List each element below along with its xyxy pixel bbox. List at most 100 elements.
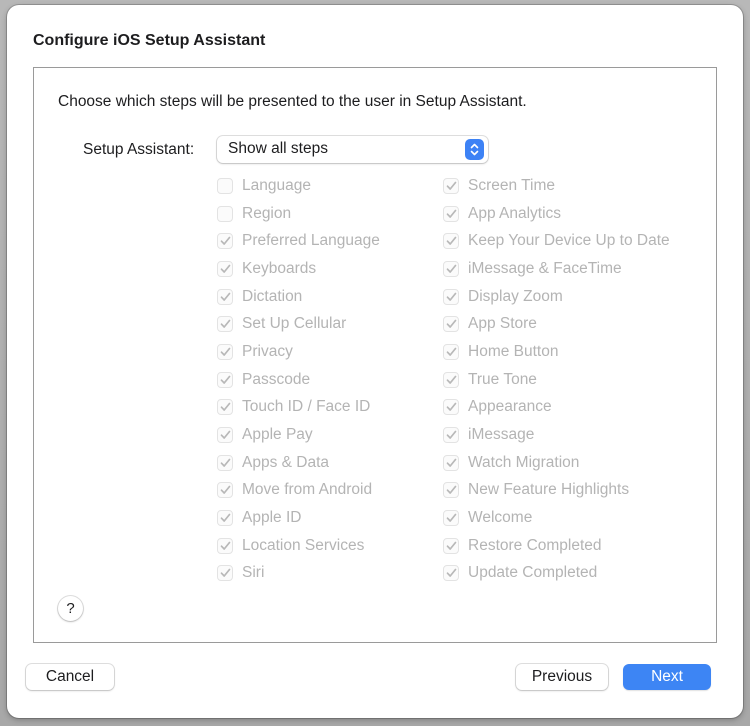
step-label: Screen Time	[468, 176, 556, 194]
checkbox-unchecked[interactable]	[217, 177, 233, 194]
checkbox-checked[interactable]	[217, 537, 233, 554]
checkbox-unchecked[interactable]	[217, 205, 233, 222]
checkbox-checked[interactable]	[443, 482, 459, 499]
checkmark-icon	[446, 569, 456, 578]
step-checkbox-row[interactable]: Apple ID	[217, 504, 443, 532]
checkbox-checked[interactable]	[443, 427, 459, 444]
step-checkbox-row[interactable]: Watch Migration	[443, 449, 703, 477]
help-button[interactable]: ?	[58, 596, 83, 621]
intro-text: Choose which steps will be presented to …	[58, 93, 527, 110]
checkbox-checked[interactable]	[443, 399, 459, 416]
step-checkbox-row[interactable]: Apple Pay	[217, 421, 443, 449]
checkbox-checked[interactable]	[443, 205, 459, 222]
checkbox-checked[interactable]	[217, 427, 233, 444]
step-checkbox-row[interactable]: Update Completed	[443, 560, 703, 588]
step-label: Touch ID / Face ID	[242, 398, 371, 416]
question-mark-icon: ?	[66, 600, 75, 617]
step-checkbox-row[interactable]: Display Zoom	[443, 283, 703, 311]
checkbox-checked[interactable]	[443, 288, 459, 305]
step-checkbox-row[interactable]: Screen Time	[443, 172, 703, 200]
checkbox-checked[interactable]	[217, 371, 233, 388]
checkmark-icon	[220, 430, 230, 439]
checkbox-checked[interactable]	[443, 565, 459, 582]
checkbox-checked[interactable]	[443, 510, 459, 527]
step-checkbox-row[interactable]: Region	[217, 200, 443, 228]
step-checkbox-row[interactable]: New Feature Highlights	[443, 477, 703, 505]
setup-assistant-popup[interactable]: Show all steps	[217, 136, 488, 163]
step-checkbox-row[interactable]: Siri	[217, 560, 443, 588]
step-checkbox-row[interactable]: Location Services	[217, 532, 443, 560]
checkbox-checked[interactable]	[217, 316, 233, 333]
step-label: Restore Completed	[468, 536, 602, 554]
checkmark-icon	[446, 264, 456, 273]
checkmark-icon	[446, 347, 456, 356]
step-checkbox-row[interactable]: Touch ID / Face ID	[217, 394, 443, 422]
step-checkbox-row[interactable]: True Tone	[443, 366, 703, 394]
checkbox-checked[interactable]	[217, 260, 233, 277]
checkmark-icon	[220, 541, 230, 550]
step-checkbox-row[interactable]: Restore Completed	[443, 532, 703, 560]
checkbox-checked[interactable]	[443, 260, 459, 277]
step-label: Privacy	[242, 342, 293, 360]
checkbox-checked[interactable]	[217, 233, 233, 250]
checkbox-checked[interactable]	[217, 399, 233, 416]
step-label: Location Services	[242, 536, 365, 554]
checkbox-checked[interactable]	[217, 565, 233, 582]
step-checkbox-row[interactable]: Passcode	[217, 366, 443, 394]
step-checkbox-row[interactable]: iMessage & FaceTime	[443, 255, 703, 283]
checkbox-checked[interactable]	[443, 371, 459, 388]
next-button[interactable]: Next	[623, 664, 711, 690]
step-checkbox-row[interactable]: Keep Your Device Up to Date	[443, 227, 703, 255]
checkmark-icon	[220, 264, 230, 273]
step-label: iMessage	[468, 426, 535, 444]
step-label: Welcome	[468, 509, 533, 527]
step-label: Move from Android	[242, 481, 373, 499]
checkbox-checked[interactable]	[443, 343, 459, 360]
checkmark-icon	[446, 541, 456, 550]
steps-column-left: Language Region Preferred Language Keyboard…	[217, 172, 443, 587]
checkbox-checked[interactable]	[217, 288, 233, 305]
checkbox-checked[interactable]	[443, 454, 459, 471]
checkmark-icon	[220, 236, 230, 246]
step-checkbox-row[interactable]: iMessage	[443, 421, 703, 449]
step-checkbox-row[interactable]: Move from Android	[217, 477, 443, 505]
checkmark-icon	[220, 319, 230, 329]
checkmark-icon	[220, 486, 230, 495]
checkmark-icon	[220, 569, 230, 578]
checkbox-checked[interactable]	[443, 233, 459, 250]
previous-button[interactable]: Previous	[516, 664, 608, 690]
step-checkbox-row[interactable]: App Store	[443, 310, 703, 338]
step-label: Preferred Language	[242, 232, 380, 250]
checkbox-checked[interactable]	[217, 454, 233, 471]
step-checkbox-row[interactable]: Welcome	[443, 504, 703, 532]
step-label: Appearance	[468, 398, 552, 416]
step-label: App Analytics	[468, 204, 562, 222]
checkmark-icon	[446, 486, 456, 495]
step-checkbox-row[interactable]: App Analytics	[443, 200, 703, 228]
cancel-button[interactable]: Cancel	[26, 664, 114, 690]
step-checkbox-row[interactable]: Appearance	[443, 394, 703, 422]
step-label: Region	[242, 204, 292, 222]
step-label: Update Completed	[468, 564, 598, 582]
step-checkbox-row[interactable]: Apps & Data	[217, 449, 443, 477]
step-label: Keep Your Device Up to Date	[468, 232, 670, 250]
checkbox-checked[interactable]	[217, 510, 233, 527]
step-checkbox-row[interactable]: Dictation	[217, 283, 443, 311]
step-checkbox-row[interactable]: Home Button	[443, 338, 703, 366]
step-label: Language	[242, 176, 311, 194]
checkbox-checked[interactable]	[217, 343, 233, 360]
checkbox-checked[interactable]	[443, 177, 459, 194]
step-checkbox-row[interactable]: Set Up Cellular	[217, 310, 443, 338]
step-checkbox-row[interactable]: Preferred Language	[217, 227, 443, 255]
step-label: Siri	[242, 564, 265, 582]
step-checkbox-row[interactable]: Privacy	[217, 338, 443, 366]
checkmark-icon	[220, 292, 230, 301]
checkbox-checked[interactable]	[443, 316, 459, 333]
checkbox-checked[interactable]	[443, 537, 459, 554]
checkmark-icon	[446, 458, 456, 467]
step-checkbox-row[interactable]: Keyboards	[217, 255, 443, 283]
checkmark-icon	[220, 347, 230, 356]
checkmark-icon	[220, 375, 230, 384]
step-checkbox-row[interactable]: Language	[217, 172, 443, 200]
checkbox-checked[interactable]	[217, 482, 233, 499]
